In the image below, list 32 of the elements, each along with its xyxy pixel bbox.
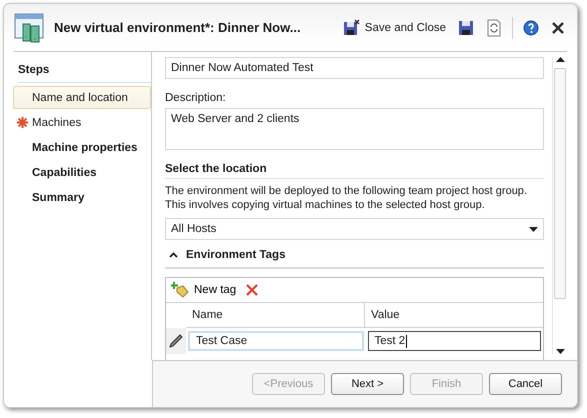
- collapse-icon[interactable]: [169, 252, 178, 258]
- location-heading: Select the location: [165, 163, 544, 179]
- name-field[interactable]: Dinner Now Automated Test: [165, 57, 544, 79]
- tag-add-icon: [171, 282, 189, 298]
- step-item[interactable]: Summary: [13, 186, 151, 209]
- column-header[interactable]: Value: [364, 303, 543, 327]
- wizard-button[interactable]: Next >: [331, 373, 404, 395]
- description-field[interactable]: Web Server and 2 clients: [165, 108, 544, 150]
- location-description: The environment will be deployed to the following team project host group. This involves copying virtual machines to the selected host group.: [165, 184, 528, 212]
- step-item[interactable]: Name and location: [13, 86, 151, 109]
- window-title: New virtual environment*: Dinner Now...: [54, 20, 302, 35]
- wizard-button[interactable]: Cancel: [489, 373, 562, 395]
- column-header[interactable]: Name: [186, 303, 364, 327]
- dropdown-arrow-icon: [529, 226, 538, 232]
- save-close-icon: [342, 19, 360, 36]
- scroll-down-icon[interactable]: [556, 349, 564, 354]
- delete-icon[interactable]: [244, 282, 260, 298]
- new-tag-button[interactable]: New tag: [169, 280, 238, 300]
- tag-value-field[interactable]: Test 2: [368, 331, 541, 351]
- host-group-dropdown[interactable]: All Hosts: [165, 218, 544, 240]
- step-item[interactable]: Capabilities: [13, 161, 151, 184]
- step-item[interactable]: Machine properties: [13, 136, 151, 159]
- environment-icon: [14, 12, 46, 44]
- help-icon[interactable]: [521, 18, 541, 38]
- scroll-up-icon[interactable]: [556, 57, 564, 62]
- step-item[interactable]: Machines: [13, 111, 151, 134]
- steps-heading: Steps: [18, 64, 151, 83]
- description-label: Description:: [165, 92, 227, 104]
- save-and-close-button[interactable]: Save and Close: [340, 17, 448, 38]
- tag-name-field[interactable]: Test Case: [188, 331, 364, 351]
- tags-heading: Environment Tags: [186, 249, 286, 261]
- scroll-thumb[interactable]: [554, 68, 566, 299]
